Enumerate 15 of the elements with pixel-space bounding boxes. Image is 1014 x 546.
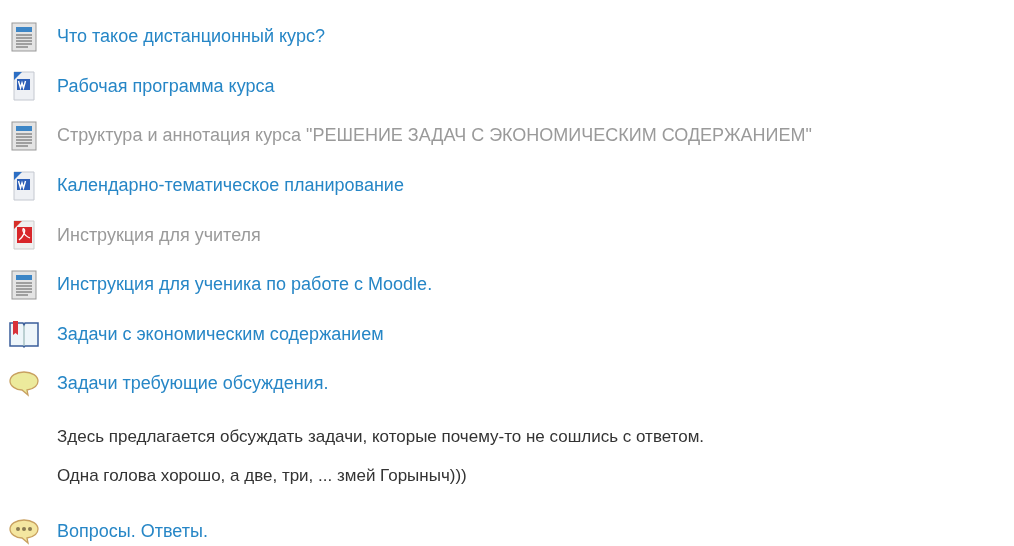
description-text: Здесь предлагается обсуждать задачи, которые почему-то не сошлись с ответом. (57, 425, 706, 448)
document-icon (8, 20, 40, 53)
activity-link[interactable]: Задачи с экономическим содержанием (57, 323, 384, 345)
activity-link[interactable]: Инструкция для ученика по работе с Moodle. (57, 274, 433, 296)
activity-link[interactable]: Структура и аннотация курса "РЕШЕНИЕ ЗАДАЧ С ЭКОНОМИЧЕСКИМ СОДЕРЖАНИЕМ" (57, 125, 812, 147)
activity-link[interactable]: Календарно-тематическое планирование (57, 175, 404, 197)
document-icon (8, 268, 40, 301)
description-text: Одна голова хорошо, а две, три, ... змей Горыныч))) (57, 464, 468, 487)
activity-link[interactable]: Вопросы. Ответы. (57, 521, 208, 543)
activity-link[interactable]: Что такое дистанционный курс? (57, 26, 325, 48)
activity-link[interactable]: Задачи требующие обсуждения. (57, 373, 329, 395)
activity-link[interactable]: Инструкция для учителя (57, 224, 261, 246)
activity-link[interactable]: Рабочая программа курса (57, 75, 275, 97)
book-icon (8, 318, 40, 351)
document-icon (8, 120, 40, 152)
